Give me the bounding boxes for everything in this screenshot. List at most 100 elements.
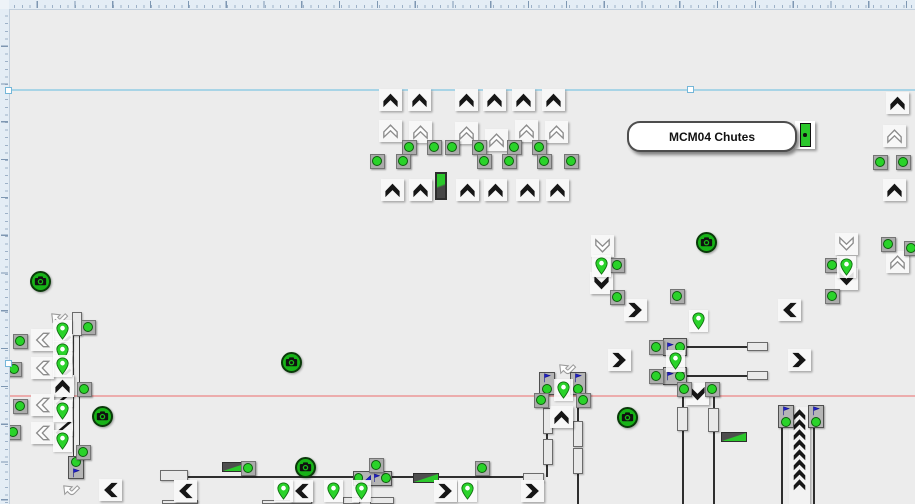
alignment-guide-red[interactable] — [8, 395, 915, 397]
chevron-white-l-icon[interactable] — [31, 422, 54, 444]
selection-handle[interactable] — [5, 360, 12, 367]
status-bar-indicator[interactable] — [795, 121, 815, 149]
location-pin-icon[interactable] — [592, 255, 611, 277]
status-dot[interactable] — [896, 155, 911, 170]
chevron-white-l-icon[interactable] — [31, 329, 54, 351]
chevron-white-d-icon[interactable] — [591, 235, 614, 257]
chevron-white-u-icon[interactable] — [545, 121, 568, 143]
chevron-black-r-icon[interactable] — [788, 349, 811, 371]
status-dot[interactable] — [534, 393, 549, 408]
chevron-black-r-icon[interactable] — [624, 299, 647, 321]
chevron-black-r-icon[interactable] — [608, 349, 631, 371]
status-dot[interactable] — [370, 154, 385, 169]
device-box[interactable] — [808, 405, 824, 428]
chevron-black-u-icon[interactable] — [408, 89, 431, 111]
status-dot[interactable] — [13, 399, 28, 414]
chevron-white-u-icon[interactable] — [883, 125, 906, 147]
status-dot[interactable] — [873, 155, 888, 170]
selection-handle[interactable] — [687, 86, 694, 93]
conveyor-double-line[interactable] — [73, 335, 80, 458]
status-dot[interactable] — [76, 445, 91, 460]
status-dot[interactable] — [649, 369, 664, 384]
chevron-black-u-icon[interactable] — [883, 179, 906, 201]
chevron-black-u-icon[interactable] — [51, 375, 74, 397]
location-pin-icon[interactable] — [53, 430, 72, 452]
location-pin-icon[interactable] — [274, 480, 293, 502]
status-dot[interactable] — [904, 241, 915, 256]
status-dot[interactable] — [475, 461, 490, 476]
location-pin-icon[interactable] — [666, 350, 685, 372]
chevron-black-u-icon[interactable] — [379, 89, 402, 111]
status-dot[interactable] — [825, 289, 840, 304]
chevron-white-u-icon[interactable] — [485, 129, 508, 151]
conveyor-segment[interactable] — [708, 408, 719, 432]
conveyor-line[interactable] — [682, 431, 684, 504]
turn-arrow-icon[interactable] — [60, 478, 80, 498]
status-dot[interactable] — [369, 458, 384, 473]
chevron-black-l-icon[interactable] — [99, 479, 122, 501]
chevron-black-l-icon[interactable] — [174, 480, 197, 502]
selection-handle[interactable] — [5, 87, 12, 94]
chevron-black-u-icon[interactable] — [483, 89, 506, 111]
location-pin-icon[interactable] — [352, 480, 371, 502]
chevron-black-l-icon[interactable] — [778, 299, 801, 321]
camera-icon[interactable] — [30, 271, 51, 292]
conveyor-segment[interactable] — [573, 421, 583, 447]
chevron-black-u-icon[interactable] — [409, 179, 432, 201]
conveyor-line[interactable] — [686, 375, 747, 377]
chevron-black-r-icon[interactable] — [434, 480, 457, 502]
status-dot[interactable] — [677, 382, 692, 397]
status-dot[interactable] — [670, 289, 685, 304]
chevron-black-l-icon[interactable] — [290, 480, 313, 502]
conveyor-segment[interactable] — [747, 371, 768, 380]
status-dot[interactable] — [241, 461, 256, 476]
conveyor-line[interactable] — [781, 425, 783, 504]
location-pin-icon[interactable] — [53, 320, 72, 342]
status-dot[interactable] — [532, 140, 547, 155]
conveyor-segment[interactable] — [543, 439, 553, 465]
conveyor-line[interactable] — [546, 465, 548, 477]
location-pin-icon[interactable] — [458, 480, 477, 502]
chevron-black-u-icon[interactable] — [542, 89, 565, 111]
level-bar-icon[interactable] — [435, 172, 447, 200]
status-dot[interactable] — [477, 154, 492, 169]
conveyor-line[interactable] — [686, 346, 747, 348]
status-dot[interactable] — [427, 140, 442, 155]
status-dot[interactable] — [881, 237, 896, 252]
status-dot[interactable] — [564, 154, 579, 169]
status-dot[interactable] — [402, 140, 417, 155]
status-dot[interactable] — [13, 334, 28, 349]
camera-icon[interactable] — [92, 406, 113, 427]
conveyor-segment[interactable] — [677, 407, 688, 431]
location-pin-icon[interactable] — [554, 379, 573, 401]
status-dot[interactable] — [705, 382, 720, 397]
location-pin-icon[interactable] — [53, 355, 72, 377]
conveyor-segment[interactable] — [747, 342, 768, 351]
status-dot[interactable] — [537, 154, 552, 169]
chevron-white-l-icon[interactable] — [31, 357, 54, 379]
camera-icon[interactable] — [696, 232, 717, 253]
status-dot[interactable] — [445, 140, 460, 155]
conveyor-line[interactable] — [813, 425, 815, 504]
chevron-black-u-icon[interactable] — [550, 406, 573, 428]
chevron-black-u-icon[interactable] — [512, 89, 535, 111]
camera-icon[interactable] — [281, 352, 302, 373]
chevron-black-r-icon[interactable] — [521, 480, 544, 502]
status-dot[interactable] — [502, 154, 517, 169]
status-dot[interactable] — [610, 290, 625, 305]
chevron-black-u-icon[interactable] — [456, 179, 479, 201]
chevron-black-u-icon[interactable] — [886, 92, 909, 114]
status-dot[interactable] — [472, 140, 487, 155]
location-pin-icon[interactable] — [324, 480, 343, 502]
chevron-white-l-icon[interactable] — [31, 394, 54, 416]
conveyor-segment[interactable] — [370, 497, 394, 504]
chevron-black-u-icon[interactable] — [484, 179, 507, 201]
status-dot[interactable] — [649, 340, 664, 355]
conveyor-line[interactable] — [577, 474, 579, 504]
device-box[interactable] — [778, 405, 794, 428]
chevron-black-u-icon[interactable] — [381, 179, 404, 201]
chevron-white-d-icon[interactable] — [835, 233, 858, 255]
location-pin-icon[interactable] — [53, 400, 72, 422]
conveyor-line[interactable] — [713, 396, 715, 408]
location-pin-icon[interactable] — [837, 256, 856, 278]
